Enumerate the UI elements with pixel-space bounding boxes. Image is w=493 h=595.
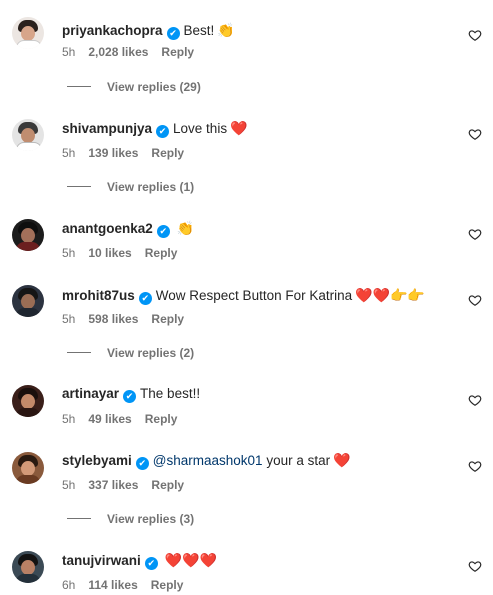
like-count[interactable]: 337 likes — [88, 478, 138, 492]
clap-emoji: 👏 — [176, 220, 195, 236]
username[interactable]: stylebyami — [62, 453, 132, 468]
comment-line: artinayar ✔ The best!! — [62, 385, 200, 403]
timestamp[interactable]: 6h — [62, 578, 75, 592]
view-replies-button[interactable]: View replies (3) — [67, 512, 194, 528]
like-count[interactable]: 10 likes — [88, 246, 131, 260]
comment-meta: 5h 598 likes Reply — [62, 312, 197, 326]
comment-meta: 5h 2,028 likes Reply — [62, 45, 207, 59]
divider — [67, 518, 91, 519]
mention-link[interactable]: @sharmaashok01 — [153, 453, 263, 468]
heart-outline-icon[interactable] — [468, 559, 482, 573]
view-replies-button[interactable]: View replies (29) — [67, 80, 201, 96]
reply-button[interactable]: Reply — [151, 478, 184, 492]
verified-badge-icon: ✔ — [123, 390, 137, 403]
username[interactable]: artinayar — [62, 386, 119, 401]
heart-emoji: ❤️ — [333, 452, 351, 468]
avatar[interactable] — [12, 385, 44, 417]
reply-button[interactable]: Reply — [145, 412, 178, 426]
username[interactable]: tanujvirwani — [62, 553, 141, 568]
verified-badge-icon: ✔ — [138, 292, 152, 305]
heart-outline-icon[interactable] — [468, 227, 482, 241]
view-replies-label: View replies (2) — [107, 346, 195, 360]
avatar[interactable] — [12, 119, 44, 151]
like-count[interactable]: 598 likes — [88, 312, 138, 326]
avatar[interactable] — [12, 551, 44, 583]
view-replies-button[interactable]: View replies (2) — [67, 346, 194, 362]
reply-button[interactable]: Reply — [161, 45, 194, 59]
like-count[interactable]: 139 likes — [88, 146, 138, 160]
timestamp[interactable]: 5h — [62, 146, 75, 160]
like-count[interactable]: 2,028 likes — [88, 45, 148, 59]
comment-line: mrohit87us ✔ Wow Respect Button For Katrin… — [62, 286, 425, 305]
comment-meta: 5h 139 likes Reply — [62, 146, 197, 160]
like-count[interactable]: 114 likes — [88, 578, 137, 592]
reply-button[interactable]: Reply — [151, 578, 184, 592]
comment-text: Best! — [183, 23, 215, 38]
comment-meta: 5h 10 likes Reply — [62, 246, 190, 260]
reply-button[interactable]: Reply — [151, 312, 184, 326]
avatar[interactable] — [12, 452, 44, 484]
comment-line: priyankachopra ✔ Best! 👏 — [62, 21, 235, 40]
comment-line: anantgoenka2 ✔ 👏 — [62, 219, 195, 238]
view-replies-button[interactable]: View replies (1) — [67, 180, 194, 196]
timestamp[interactable]: 5h — [62, 412, 75, 426]
timestamp[interactable]: 5h — [62, 45, 75, 59]
username[interactable]: shivampunjya — [62, 121, 152, 136]
comment-line: tanujvirwani ✔ ❤️❤️❤️ — [62, 551, 218, 570]
hearts-pointing-emoji: ❤️❤️👉👉 — [355, 287, 425, 303]
username[interactable]: anantgoenka2 — [62, 221, 153, 236]
verified-badge-icon: ✔ — [144, 557, 158, 570]
divider — [67, 86, 91, 87]
avatar[interactable] — [12, 17, 44, 49]
clap-emoji: 👏 — [217, 22, 235, 38]
heart-outline-icon[interactable] — [468, 393, 482, 407]
comment-meta: 6h 114 likes Reply — [62, 578, 196, 592]
view-replies-label: View replies (29) — [107, 80, 201, 94]
comment-text: The best!! — [140, 386, 201, 401]
username[interactable]: mrohit87us — [62, 288, 135, 303]
verified-badge-icon: ✔ — [166, 27, 180, 40]
username[interactable]: priyankachopra — [62, 23, 163, 38]
verified-badge-icon: ✔ — [156, 225, 170, 238]
heart-outline-icon[interactable] — [468, 459, 482, 473]
comment-meta: 5h 337 likes Reply — [62, 478, 197, 492]
divider — [67, 352, 91, 353]
comment-text: your a star — [266, 453, 331, 468]
like-count[interactable]: 49 likes — [88, 412, 131, 426]
view-replies-label: View replies (3) — [107, 512, 195, 526]
avatar[interactable] — [12, 285, 44, 317]
comment-meta: 5h 49 likes Reply — [62, 412, 190, 426]
verified-badge-icon: ✔ — [156, 125, 170, 138]
timestamp[interactable]: 5h — [62, 246, 75, 260]
reply-button[interactable]: Reply — [145, 246, 178, 260]
hearts-emoji: ❤️❤️❤️ — [164, 552, 218, 568]
heart-outline-icon[interactable] — [468, 293, 482, 307]
view-replies-label: View replies (1) — [107, 180, 195, 194]
heart-outline-icon[interactable] — [468, 28, 482, 42]
reply-button[interactable]: Reply — [151, 146, 184, 160]
comment-text: Love this — [173, 121, 228, 136]
timestamp[interactable]: 5h — [62, 478, 75, 492]
heart-emoji: ❤️ — [230, 120, 248, 136]
verified-badge-icon: ✔ — [135, 457, 149, 470]
comment-line: shivampunjya ✔ Love this ❤️ — [62, 119, 248, 138]
comment-text: Wow Respect Button For Katrina — [155, 288, 353, 303]
heart-outline-icon[interactable] — [468, 127, 482, 141]
divider — [67, 186, 91, 187]
comment-line: stylebyami ✔ @sharmaashok01 your a star ❤️ — [62, 451, 351, 470]
timestamp[interactable]: 5h — [62, 312, 75, 326]
avatar[interactable] — [12, 219, 44, 251]
